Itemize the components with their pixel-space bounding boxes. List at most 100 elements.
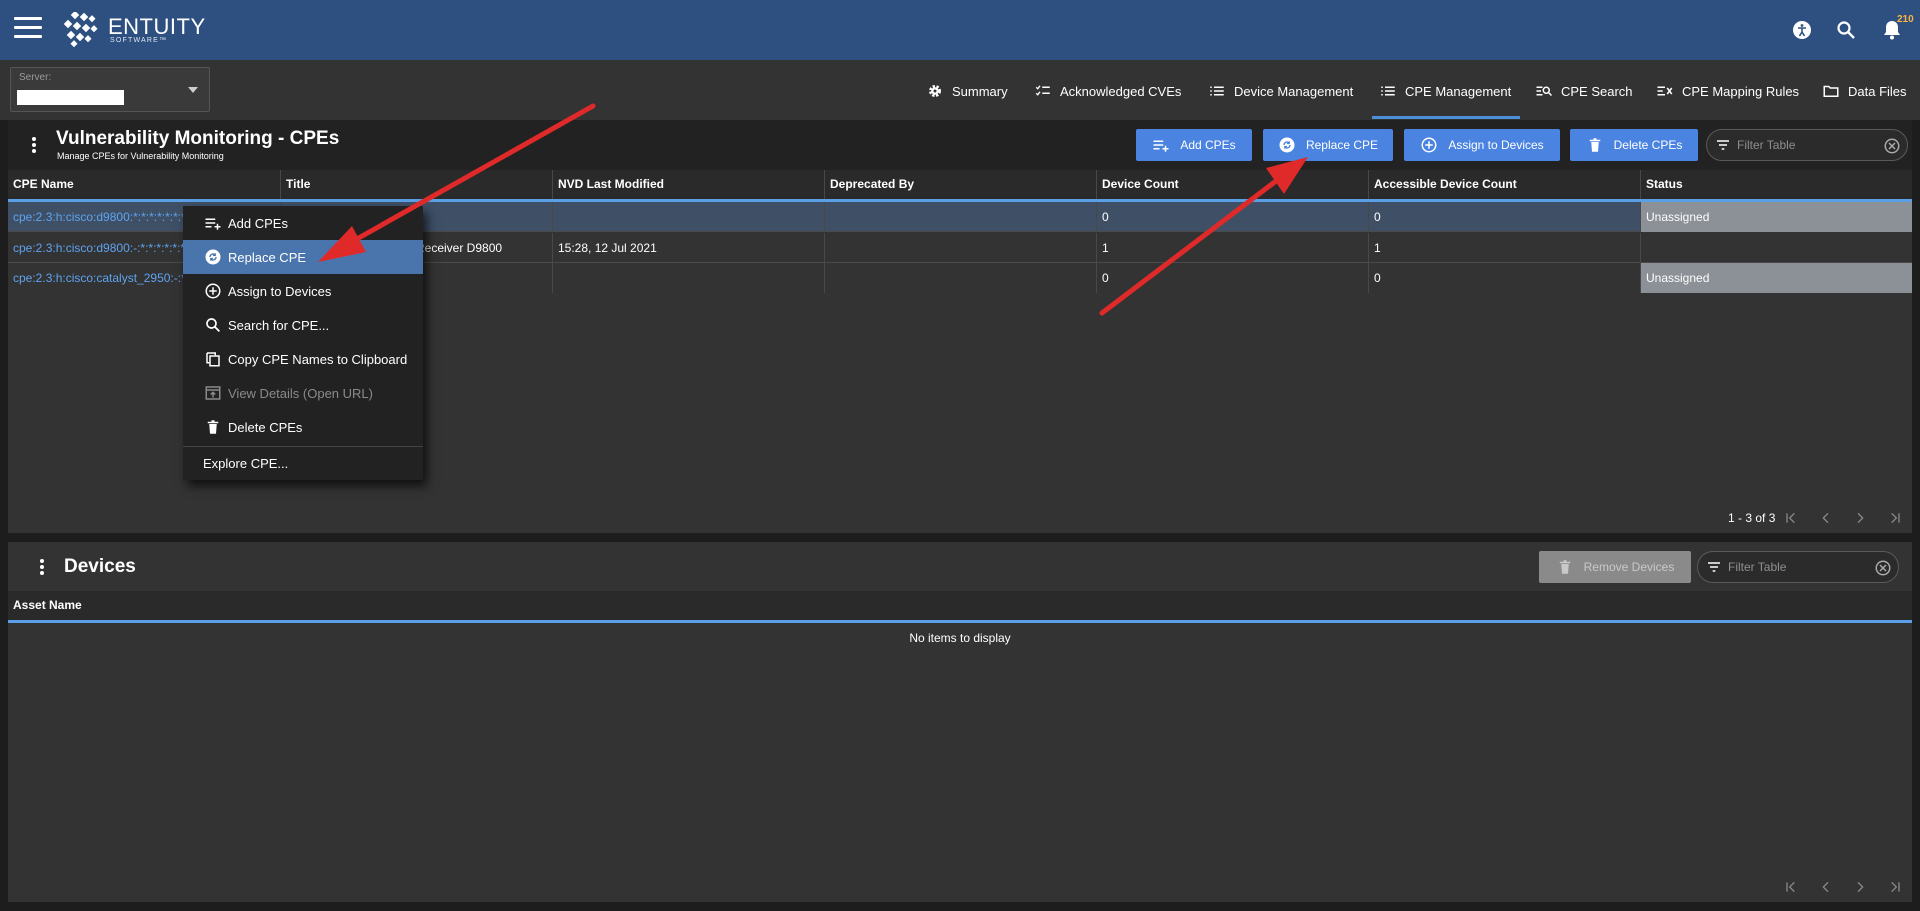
replace-icon <box>1279 137 1295 153</box>
copy-icon <box>206 352 220 367</box>
remove-devices-button[interactable]: Remove Devices <box>1539 551 1691 583</box>
cpe-filter[interactable] <box>1706 129 1908 161</box>
cpe-table-header: CPE Name Title NVD Last Modified Depreca… <box>8 170 1912 200</box>
device-count-cell: 1 <box>1097 233 1369 263</box>
first-page-icon[interactable] <box>1783 879 1799 895</box>
menu-item-delete-cpes[interactable]: Delete CPEs <box>183 410 423 444</box>
tab-summary[interactable]: Summary <box>926 80 1008 102</box>
checklist-icon <box>1035 85 1050 96</box>
col-nvd-last-modified[interactable]: NVD Last Modified <box>553 170 825 200</box>
menu-item-assign-to-devices[interactable]: Assign to Devices <box>183 274 423 308</box>
accessible-count-cell: 0 <box>1369 202 1641 232</box>
filter-icon <box>1717 140 1729 150</box>
last-page-icon[interactable] <box>1887 510 1903 526</box>
server-label: Server: <box>19 72 52 83</box>
tab-acknowledged-cves-label: Acknowledged CVEs <box>1060 83 1182 99</box>
clear-icon[interactable] <box>1874 559 1892 577</box>
tab-cpe-search[interactable]: CPE Search <box>1535 80 1633 102</box>
page-title: Vulnerability Monitoring - CPEs <box>56 128 340 149</box>
menu-item-search-for-cpe[interactable]: Search for CPE... <box>183 308 423 342</box>
menu-item-label: Search for CPE... <box>228 317 330 333</box>
menu-item-label: Delete CPEs <box>228 419 303 435</box>
tab-summary-label: Summary <box>952 83 1008 99</box>
server-value <box>17 90 124 105</box>
trash-icon <box>1559 560 1570 574</box>
devices-filter-input[interactable] <box>1728 560 1868 574</box>
filter-icon <box>1708 562 1720 572</box>
col-title[interactable]: Title <box>281 170 553 200</box>
col-deprecated-by[interactable]: Deprecated By <box>825 170 1097 200</box>
add-cpes-label: Add CPEs <box>1180 138 1236 152</box>
assign-to-devices-button[interactable]: Assign to Devices <box>1404 129 1560 161</box>
devices-title: Devices <box>64 556 136 577</box>
list-icon <box>1381 86 1395 96</box>
menu-item-view-details: View Details (Open URL) <box>183 376 423 410</box>
menu-item-label: Copy CPE Names to Clipboard <box>228 351 408 367</box>
header-divider <box>8 620 1912 623</box>
notification-badge: 210 <box>1897 14 1914 25</box>
col-accessible-device-count[interactable]: Accessible Device Count <box>1369 170 1641 200</box>
plus-circle-icon <box>1421 137 1437 153</box>
tab-data-files-label: Data Files <box>1848 83 1907 99</box>
accessible-count-cell: 0 <box>1369 263 1641 293</box>
add-cpes-button[interactable]: Add CPEs <box>1136 129 1252 161</box>
previous-page-icon[interactable] <box>1818 510 1834 526</box>
search-icon[interactable] <box>1834 18 1858 42</box>
cpe-filter-input[interactable] <box>1737 138 1877 152</box>
tab-cpe-management[interactable]: CPE Management <box>1379 80 1511 102</box>
devices-filter[interactable] <box>1697 551 1899 583</box>
folder-icon <box>1823 85 1839 97</box>
menu-item-replace-cpe[interactable]: Replace CPE <box>183 240 423 274</box>
last-page-icon[interactable] <box>1887 879 1903 895</box>
menu-item-copy-cpe-names[interactable]: Copy CPE Names to Clipboard <box>183 342 423 376</box>
first-page-icon[interactable] <box>1783 510 1799 526</box>
status-badge: Unassigned <box>1641 263 1912 293</box>
col-cpe-name[interactable]: CPE Name <box>8 170 281 200</box>
next-page-icon[interactable] <box>1852 510 1868 526</box>
clear-icon[interactable] <box>1883 137 1901 155</box>
nvd-cell <box>553 202 825 232</box>
mapping-icon <box>1657 86 1673 96</box>
add-list-icon <box>205 218 221 230</box>
menu-item-label: Replace CPE <box>228 249 307 265</box>
brand-subtitle: SOFTWARE™ <box>110 37 168 44</box>
menu-item-label: View Details (Open URL) <box>228 385 373 401</box>
tab-cpe-search-label: CPE Search <box>1561 83 1633 99</box>
nvd-cell <box>553 263 825 293</box>
col-asset-name[interactable]: Asset Name <box>8 591 1912 621</box>
trash-icon <box>1589 138 1600 152</box>
tab-cpe-mapping-rules[interactable]: CPE Mapping Rules <box>1656 80 1799 102</box>
hamburger-menu-icon[interactable] <box>14 17 42 39</box>
tab-data-files[interactable]: Data Files <box>1822 80 1907 102</box>
devices-panel-menu-icon[interactable] <box>39 559 45 577</box>
tab-device-management-label: Device Management <box>1234 83 1354 99</box>
page-subtitle: Manage CPEs for Vulnerability Monitoring <box>57 151 224 161</box>
chevron-down-icon <box>188 87 198 93</box>
server-select[interactable]: Server: <box>10 67 210 112</box>
device-count-cell: 0 <box>1097 202 1369 232</box>
col-status[interactable]: Status <box>1641 170 1912 200</box>
next-page-icon[interactable] <box>1852 879 1868 895</box>
status-cell <box>1641 233 1912 263</box>
deprecated-cell <box>825 202 1097 232</box>
remove-devices-label: Remove Devices <box>1583 560 1675 574</box>
list-search-icon <box>1536 86 1553 97</box>
trash-icon <box>207 420 219 434</box>
accessibility-icon[interactable] <box>1790 18 1814 42</box>
context-menu: Add CPEs Replace CPE Assign to Devices S… <box>183 206 423 480</box>
cpe-panel-menu-icon[interactable] <box>31 137 37 155</box>
tab-device-management[interactable]: Device Management <box>1208 80 1353 102</box>
col-device-count[interactable]: Device Count <box>1097 170 1369 200</box>
menu-item-label: Add CPEs <box>228 215 288 231</box>
tab-acknowledged-cves[interactable]: Acknowledged CVEs <box>1034 80 1181 102</box>
accessible-count-cell: 1 <box>1369 233 1641 263</box>
delete-cpes-button[interactable]: Delete CPEs <box>1570 129 1698 161</box>
menu-item-label: Assign to Devices <box>228 283 332 299</box>
search-icon <box>206 318 221 333</box>
menu-item-explore-cpe[interactable]: Explore CPE... <box>183 446 423 480</box>
replace-cpe-button[interactable]: Replace CPE <box>1263 129 1393 161</box>
previous-page-icon[interactable] <box>1818 879 1834 895</box>
add-list-icon <box>1153 140 1169 152</box>
menu-item-add-cpes[interactable]: Add CPEs <box>183 206 423 240</box>
menu-item-label: Explore CPE... <box>203 455 289 471</box>
